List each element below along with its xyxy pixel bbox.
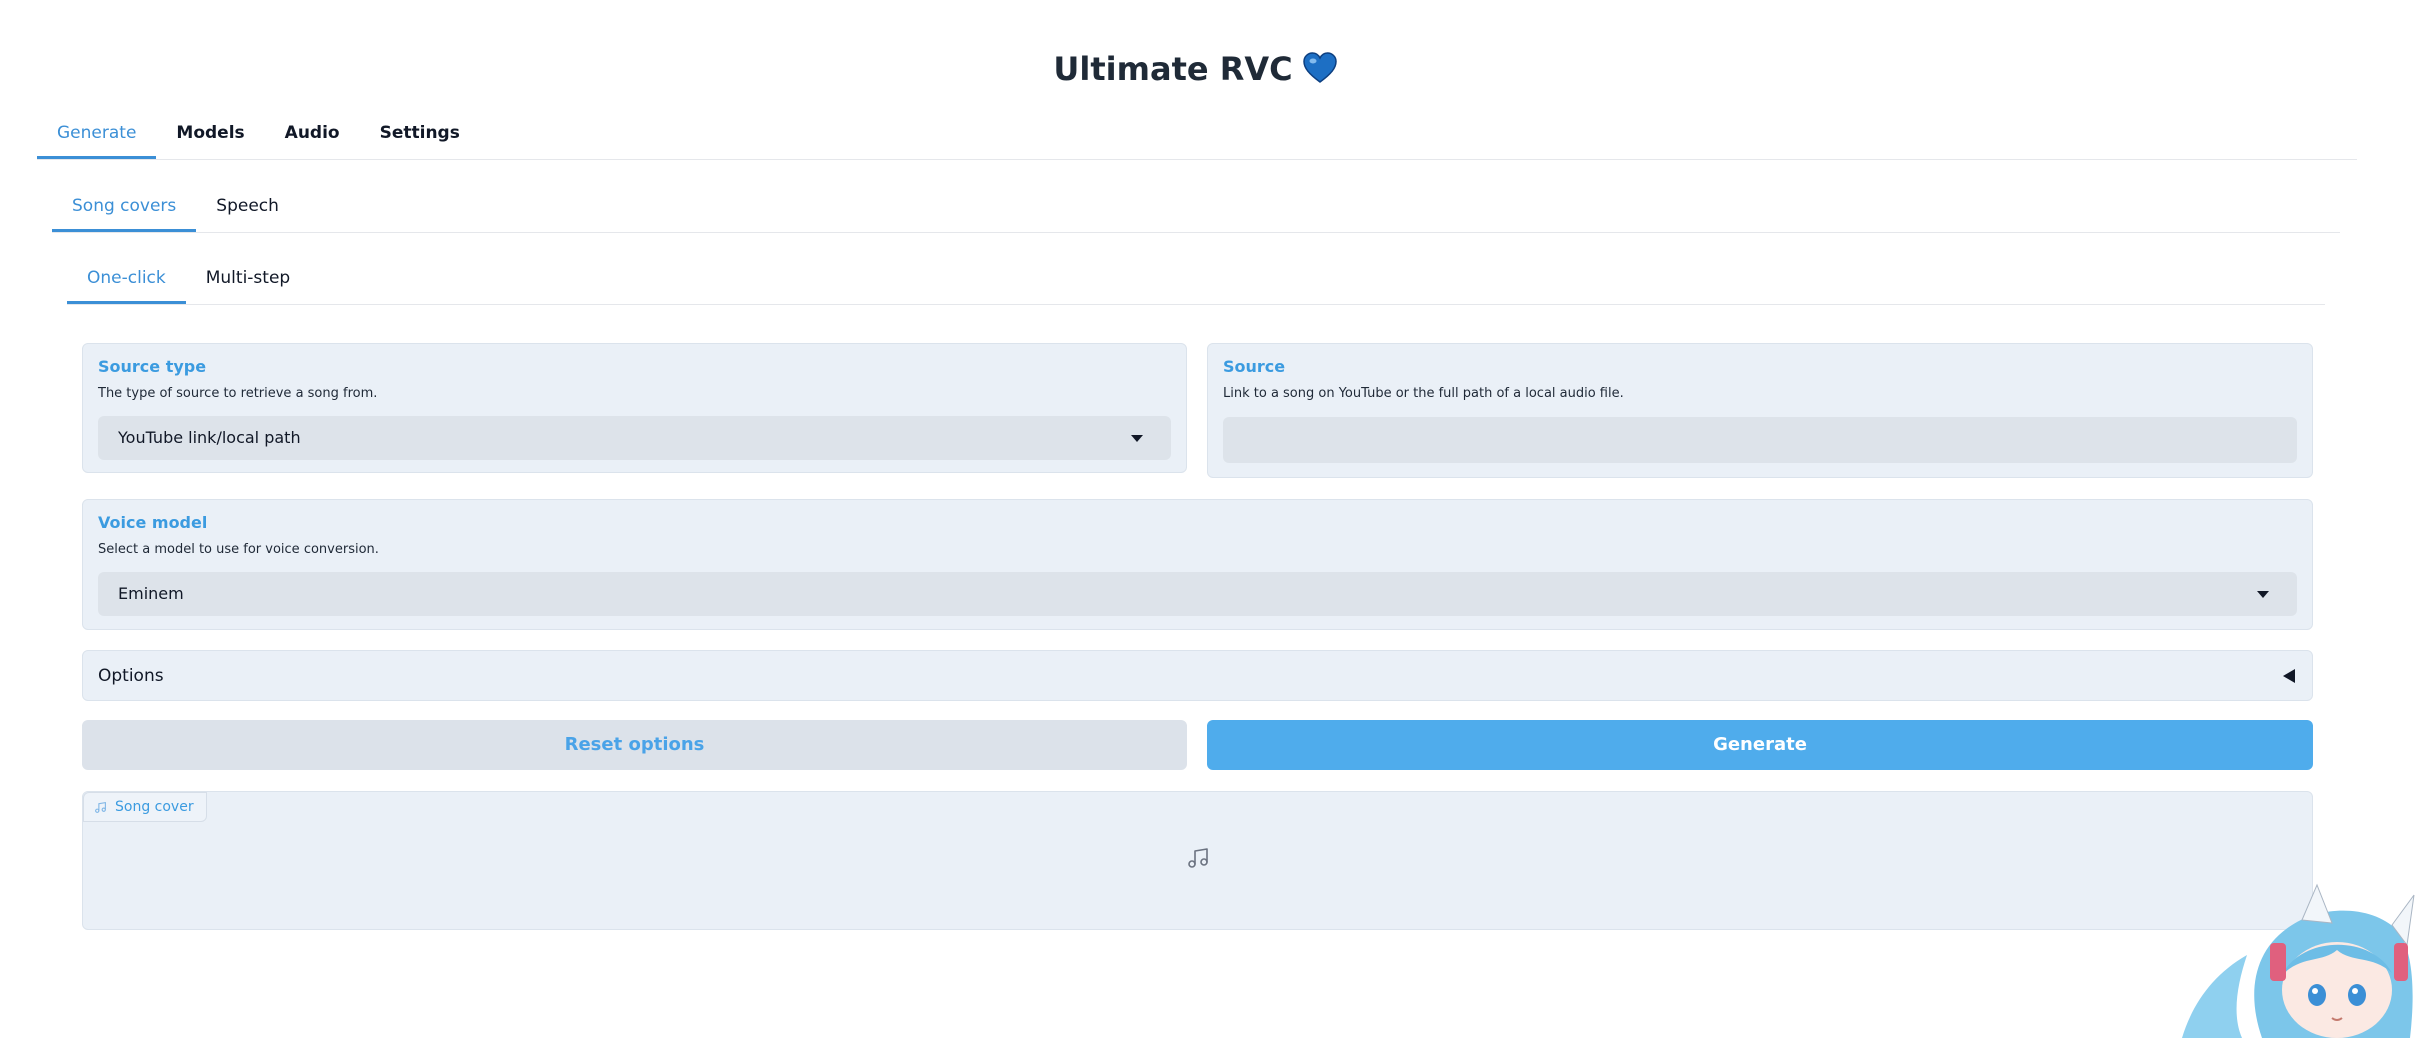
source-info: Link to a song on YouTube or the full pa… [1223,386,1624,401]
mode-tabs: One-click Multi-step [67,252,2325,305]
reset-options-button[interactable]: Reset options [82,720,1187,770]
dropdown-caret-icon [2257,591,2269,598]
tab-audio[interactable]: Audio [265,107,360,159]
source-label: Source [1223,357,1286,376]
tab-settings[interactable]: Settings [360,107,480,159]
tab-speech[interactable]: Speech [196,180,299,232]
voice-model-label: Voice model [98,513,208,532]
tab-one-click[interactable]: One-click [67,252,186,304]
mascot-image [2152,855,2415,1038]
source-type-info: The type of source to retrieve a song fr… [98,386,378,401]
song-cover-label: Song cover [115,799,194,815]
dropdown-caret-icon [1131,435,1143,442]
collapse-arrow-icon [2283,669,2295,683]
source-type-panel: Source type The type of source to retrie… [82,343,1187,473]
source-type-label: Source type [98,357,207,376]
tab-models[interactable]: Models [156,107,264,159]
page-title-text: Ultimate RVC [1053,50,1293,88]
tab-generate[interactable]: Generate [37,107,157,159]
options-label: Options [98,666,164,686]
source-input[interactable] [1223,417,2297,463]
main-tabs: Generate Models Audio Settings [37,107,2357,160]
source-type-value: YouTube link/local path [118,428,301,447]
voice-model-dropdown[interactable]: Eminem [98,572,2297,616]
source-type-dropdown[interactable]: YouTube link/local path [98,416,1171,460]
tab-song-covers[interactable]: Song covers [52,180,197,232]
voice-model-info: Select a model to use for voice conversi… [98,542,379,557]
sub-tabs: Song covers Speech [52,180,2340,233]
tab-multi-step[interactable]: Multi-step [186,252,310,304]
voice-model-panel: Voice model Select a model to use for vo… [82,499,2313,630]
music-note-icon [95,801,106,813]
voice-model-value: Eminem [118,584,184,603]
page-title: Ultimate RVC [0,50,2390,92]
song-cover-output: Song cover [82,791,2313,930]
music-note-icon [1186,846,1210,874]
song-cover-badge: Song cover [83,792,207,822]
options-accordion[interactable]: Options [82,650,2313,701]
blue-heart-icon [1302,52,1337,92]
generate-button[interactable]: Generate [1207,720,2313,770]
source-panel: Source Link to a song on YouTube or the … [1207,343,2313,478]
